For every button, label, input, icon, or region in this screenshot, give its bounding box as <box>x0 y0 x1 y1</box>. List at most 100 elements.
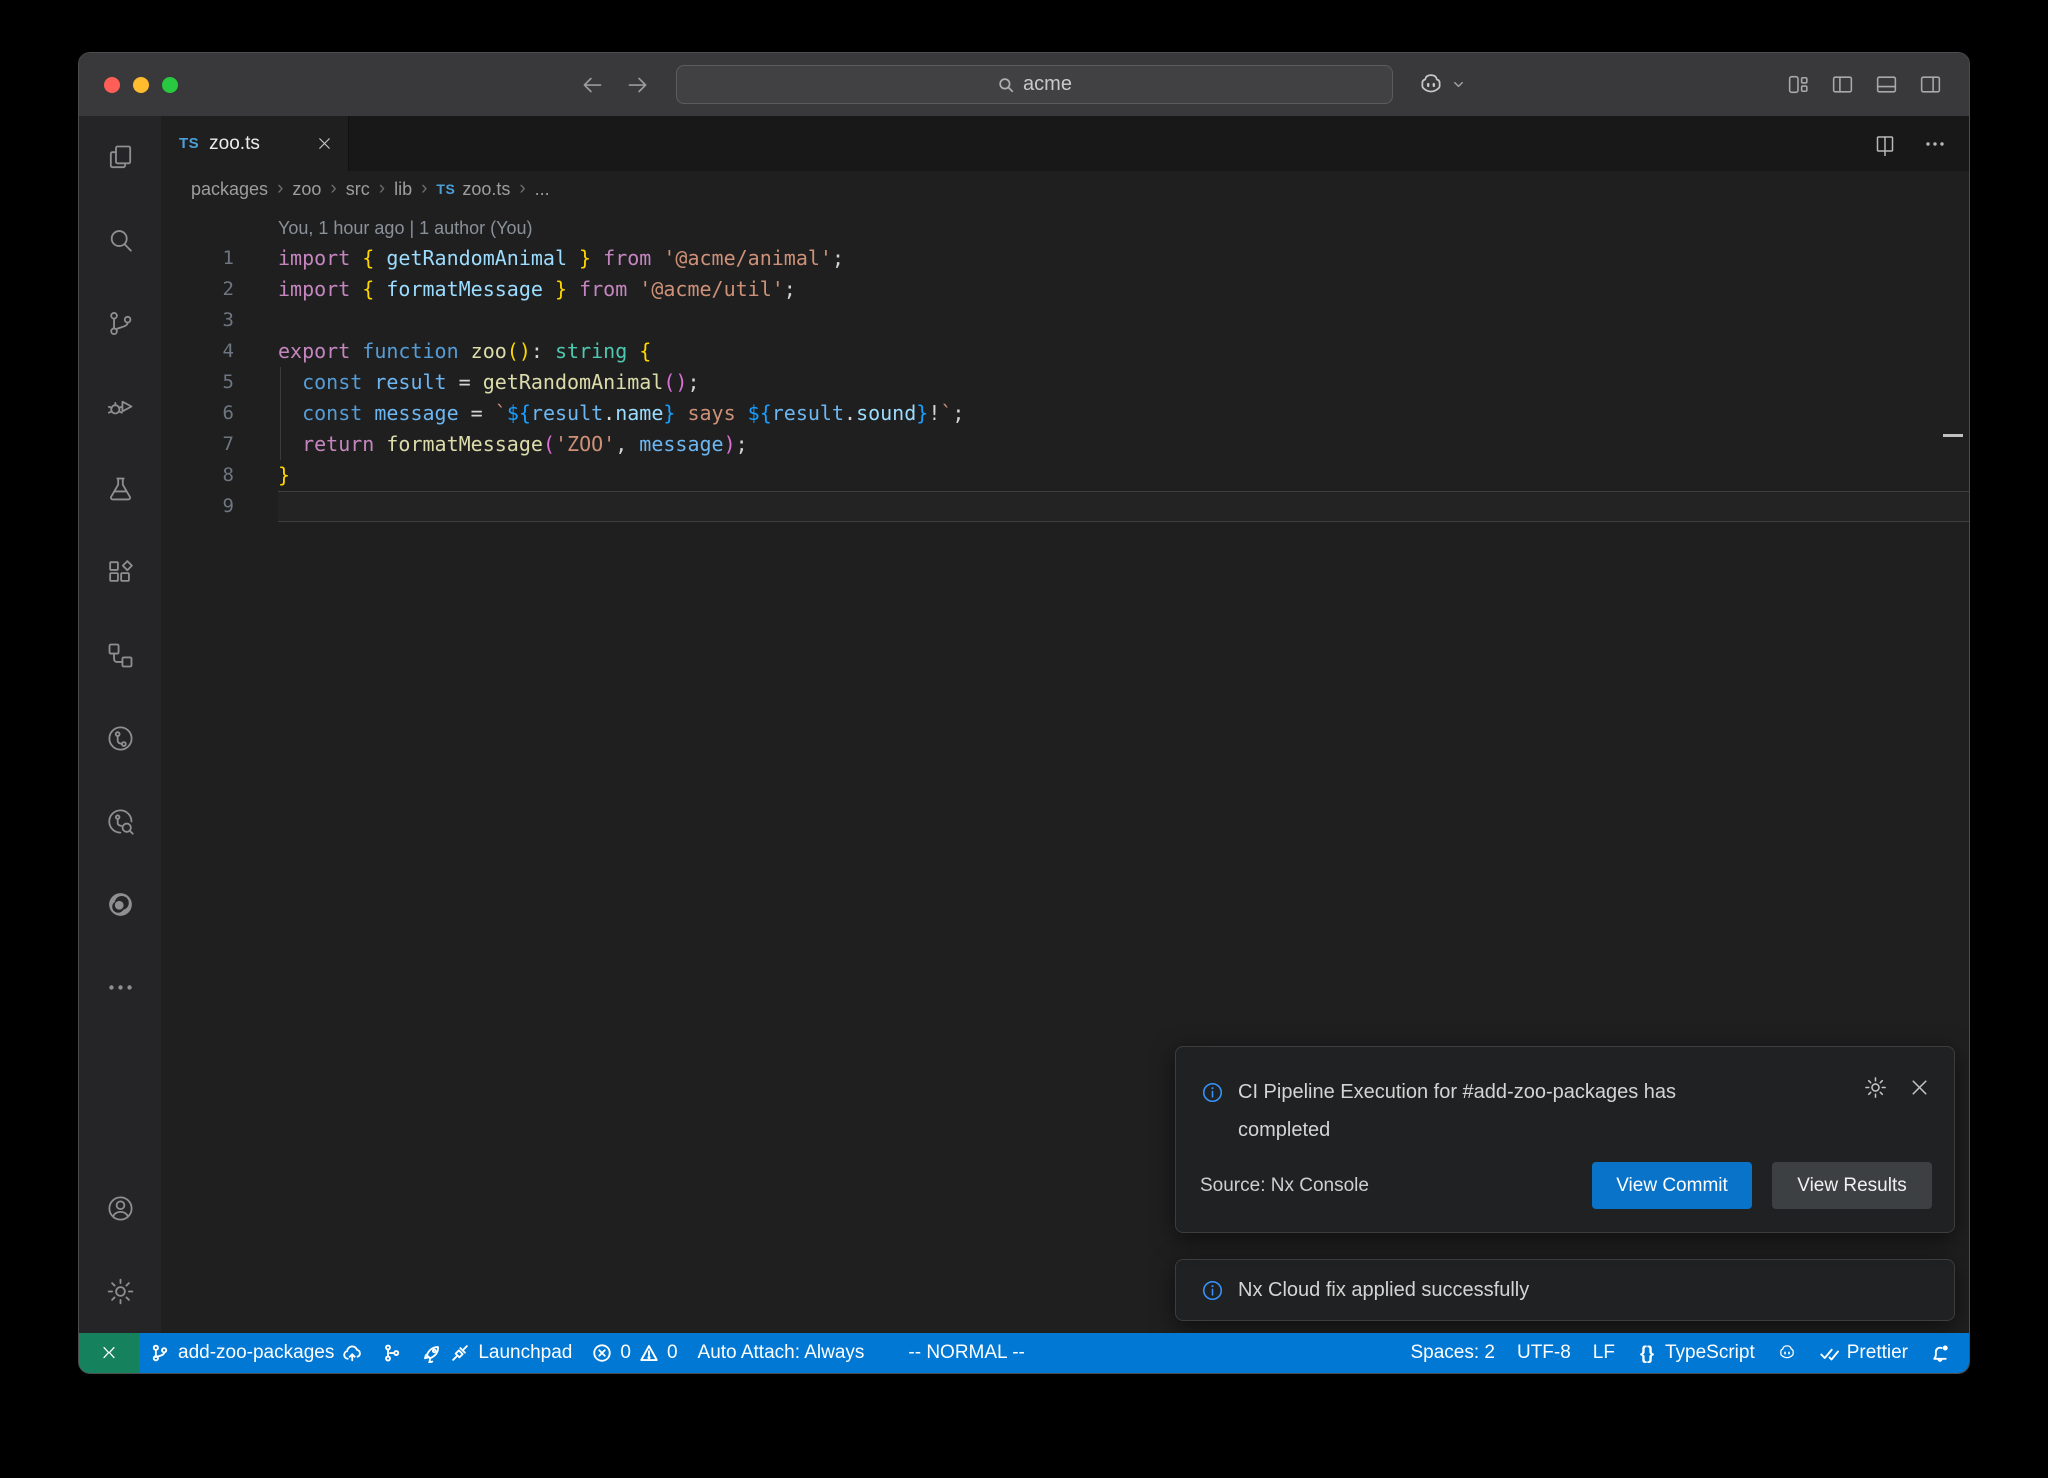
status-item-label: add-zoo-packages <box>178 1342 334 1364</box>
breadcrumb-item--[interactable]: ... <box>535 179 550 200</box>
activity-item-more-views[interactable] <box>79 946 161 1029</box>
back-button[interactable] <box>579 72 605 98</box>
code-line[interactable]: 5 const result = getRandomAnimal(); <box>161 367 1969 398</box>
breadcrumb-item-src[interactable]: src <box>346 179 370 200</box>
toggle-primary-sidebar-button[interactable] <box>1830 72 1855 97</box>
status-item-auto-attach[interactable]: Auto Attach: Always <box>689 1333 874 1373</box>
breadcrumb-item-packages[interactable]: packages <box>191 179 268 200</box>
activity-item-extensions[interactable] <box>79 531 161 614</box>
code-line[interactable]: 1import { getRandomAnimal } from '@acme/… <box>161 243 1969 274</box>
activity-item-run-and-debug[interactable] <box>79 365 161 448</box>
breadcrumb-item-zoo-ts[interactable]: TSzoo.ts <box>436 179 510 200</box>
code-line-text: export function zoo(): string { <box>278 336 1969 367</box>
forward-button[interactable] <box>625 72 651 98</box>
copilot-icon <box>1777 1343 1797 1363</box>
more-actions-button[interactable] <box>1923 132 1947 156</box>
activity-item-gitlens-inspect[interactable] <box>79 780 161 863</box>
notification-center: CI Pipeline Execution for #add-zoo-packa… <box>1175 1046 1955 1321</box>
toggle-panel-button[interactable] <box>1874 72 1899 97</box>
code-line-text <box>278 305 1969 336</box>
status-item-language[interactable]: {}TypeScript <box>1628 1333 1764 1373</box>
activity-item-source-control[interactable] <box>79 282 161 365</box>
minimize-window-button[interactable] <box>133 77 149 93</box>
status-item-encoding[interactable]: UTF-8 <box>1508 1333 1580 1373</box>
view-results-button[interactable]: View Results <box>1772 1162 1932 1209</box>
activity-bar-bottom <box>79 1167 161 1333</box>
breadcrumb-label: src <box>346 179 370 200</box>
bell-dot-icon <box>1930 1343 1950 1363</box>
status-item-label: 0 <box>667 1342 678 1364</box>
activity-item-gitlens[interactable] <box>79 697 161 780</box>
tab-zoo-ts[interactable]: TS zoo.ts <box>161 116 349 171</box>
beaker-icon <box>105 474 136 505</box>
line-number: 9 <box>161 491 234 522</box>
code-line[interactable]: 2import { formatMessage } from '@acme/ut… <box>161 274 1969 305</box>
activity-item-testing[interactable] <box>79 448 161 531</box>
status-item-eol[interactable]: LF <box>1584 1333 1624 1373</box>
close-tab-button[interactable] <box>315 134 334 153</box>
breadcrumb: packages›zoo›src›lib›TSzoo.ts›... <box>161 171 1969 207</box>
gitlens-icon <box>105 723 136 754</box>
breadcrumb-label: packages <box>191 179 268 200</box>
cloud-upload-icon <box>342 1343 362 1363</box>
zoom-window-button[interactable] <box>162 77 178 93</box>
status-item-label: Auto Attach: Always <box>698 1342 865 1364</box>
breadcrumb-separator-icon: › <box>330 178 336 200</box>
close-window-button[interactable] <box>104 77 120 93</box>
customize-layout-button[interactable] <box>1786 72 1811 97</box>
chevron-down-icon <box>1451 77 1466 92</box>
code-line[interactable]: 3 <box>161 305 1969 336</box>
status-item-branch[interactable]: add-zoo-packages <box>141 1333 371 1373</box>
status-item-remote[interactable] <box>79 1333 139 1373</box>
tab-label: zoo.ts <box>209 133 305 155</box>
line-number: 3 <box>161 305 234 336</box>
activity-item-explorer[interactable] <box>79 116 161 199</box>
notification-tools <box>1863 1075 1932 1100</box>
info-icon <box>1200 1278 1225 1303</box>
view-commit-button[interactable]: View Commit <box>1592 1162 1752 1209</box>
code-line[interactable]: 4export function zoo(): string { <box>161 336 1969 367</box>
status-item-problems[interactable]: 00 <box>583 1333 686 1373</box>
activity-item-edge-tools[interactable] <box>79 863 161 946</box>
notification-close-icon[interactable] <box>1907 1075 1932 1100</box>
status-item-label: UTF-8 <box>1517 1342 1571 1364</box>
search-icon <box>997 76 1015 94</box>
activity-item-settings[interactable] <box>79 1250 161 1333</box>
activity-item-nx-console[interactable] <box>79 614 161 697</box>
status-item-formatter[interactable]: Prettier <box>1810 1333 1917 1373</box>
activity-item-search[interactable] <box>79 199 161 282</box>
code-line[interactable]: 9 <box>161 491 1969 522</box>
status-item-vim-mode[interactable]: -- NORMAL -- <box>899 1333 1033 1373</box>
status-item-indentation[interactable]: Spaces: 2 <box>1401 1333 1504 1373</box>
notification-footer: Source: Nx Console View Commit View Resu… <box>1200 1162 1932 1209</box>
search-icon <box>105 225 136 256</box>
line-number: 5 <box>161 367 234 398</box>
code-line[interactable]: 8} <box>161 460 1969 491</box>
notification-settings-gear-icon[interactable] <box>1863 1075 1888 1100</box>
code-line[interactable]: 7 return formatMessage('ZOO', message); <box>161 429 1969 460</box>
toggle-secondary-sidebar-button[interactable] <box>1918 72 1943 97</box>
status-item-label: Spaces: 2 <box>1410 1342 1495 1364</box>
code-line-text <box>278 491 1969 522</box>
split-editor-button[interactable] <box>1873 132 1897 156</box>
status-item-label: -- NORMAL -- <box>908 1342 1024 1364</box>
indent-guide <box>280 429 281 460</box>
breadcrumb-item-lib[interactable]: lib <box>394 179 412 200</box>
indent-guide <box>280 367 281 398</box>
command-center-search[interactable]: acme <box>676 65 1393 104</box>
status-item-label: 0 <box>620 1342 631 1364</box>
status-item-commit-graph[interactable] <box>373 1333 411 1373</box>
history-nav <box>579 53 651 116</box>
copilot-menu[interactable] <box>1417 53 1466 116</box>
account-icon <box>105 1193 136 1224</box>
code-line[interactable]: 6 const message = `${result.name} says $… <box>161 398 1969 429</box>
notification-source: Source: Nx Console <box>1200 1175 1369 1197</box>
search-value: acme <box>1023 73 1072 96</box>
status-item-notifications-bell[interactable] <box>1921 1333 1959 1373</box>
status-item-launchpad[interactable]: Launchpad <box>413 1333 581 1373</box>
activity-item-accounts[interactable] <box>79 1167 161 1250</box>
copilot-icon <box>1417 71 1445 99</box>
status-item-copilot[interactable] <box>1768 1333 1806 1373</box>
debug-icon <box>105 391 136 422</box>
breadcrumb-item-zoo[interactable]: zoo <box>292 179 321 200</box>
